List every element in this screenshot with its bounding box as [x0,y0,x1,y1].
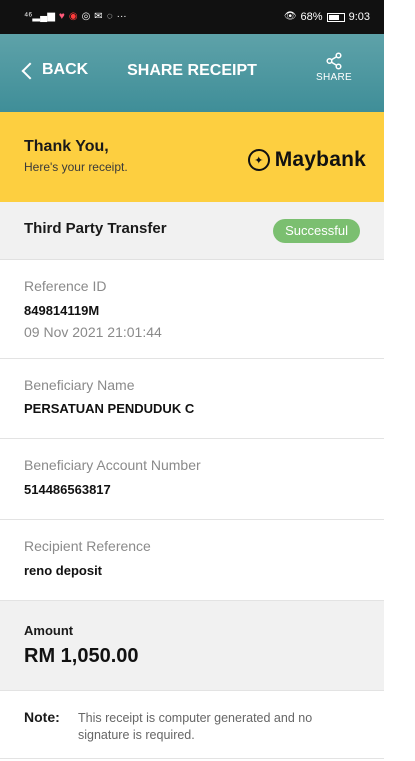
amount-value: RM 1,050.00 [24,645,139,667]
beneficiary-section: Beneficiary Name PERSATUAN PENDUDUK C [0,359,384,439]
transaction-type-row: Third Party Transfer Successful [0,202,384,260]
heart-icon: ♥ [58,11,65,22]
thank-you-banner: Thank You, Here's your receipt. ✦ Mayban… [0,112,384,202]
battery-percent: 68% [300,11,323,23]
beneficiary-label: Beneficiary Name [24,377,135,393]
amount-label: Amount [24,623,74,638]
thank-you-subtitle: Here's your receipt. [24,160,128,174]
note-text: This receipt is computer generated and n… [78,711,313,742]
thank-you-title: Thank You, [24,138,109,155]
status-bar: ⁴⁶▂▄▆ ♥ ◉ ◎ ✉ ◌ ··· 👁 68% 9:03 [0,0,384,34]
status-left: ⁴⁶▂▄▆ ♥ ◉ ◎ ✉ ◌ ··· [24,12,127,22]
background-strip [384,0,415,761]
brand-name: Maybank [274,148,366,171]
account-number: 514486563817 [24,482,111,497]
beneficiary-name: PERSATUAN PENDUDUK C [24,401,195,416]
brand-logo: ✦ Maybank [247,148,366,172]
status-badge: Successful [273,219,360,243]
whatsapp-icon: ◌ [106,11,113,22]
clock: 9:03 [348,11,370,23]
note-section: Note: This receipt is computer generated… [0,691,384,759]
reference-id: 849814119M [24,303,100,318]
share-button[interactable]: SHARE [312,52,356,83]
battery-icon [326,12,345,22]
transaction-type: Third Party Transfer [24,220,167,237]
transaction-datetime: 09 Nov 2021 21:01:44 [24,324,162,340]
tiger-logo-icon: ✦ [247,149,270,171]
mail-icon: ✉ [94,11,103,22]
app-icon: ◎ [81,11,91,22]
eye-icon: 👁 [283,11,297,22]
recipient-reference-label: Recipient Reference [24,538,151,554]
note-label: Note: [24,709,60,725]
signal-icon: ⁴⁶▂▄▆ [24,11,55,22]
account-label: Beneficiary Account Number [24,457,201,473]
account-section: Beneficiary Account Number 514486563817 [0,439,384,520]
status-right: 👁 68% 9:03 [284,11,370,23]
recipient-reference-section: Recipient Reference reno deposit [0,520,384,601]
share-label: SHARE [316,72,352,83]
app-header: BACK SHARE RECEIPT SHARE [0,34,384,112]
notification-icon: ◉ [68,11,78,22]
share-icon [326,52,342,70]
reference-section: Reference ID 849814119M 09 Nov 2021 21:0… [0,260,384,359]
receipt-screen: ⁴⁶▂▄▆ ♥ ◉ ◎ ✉ ◌ ··· 👁 68% 9:03 BACK SHAR… [0,0,384,761]
amount-section: Amount RM 1,050.00 [0,601,384,691]
recipient-reference: reno deposit [24,563,103,578]
reference-label: Reference ID [24,278,107,294]
more-icon: ··· [116,11,127,22]
